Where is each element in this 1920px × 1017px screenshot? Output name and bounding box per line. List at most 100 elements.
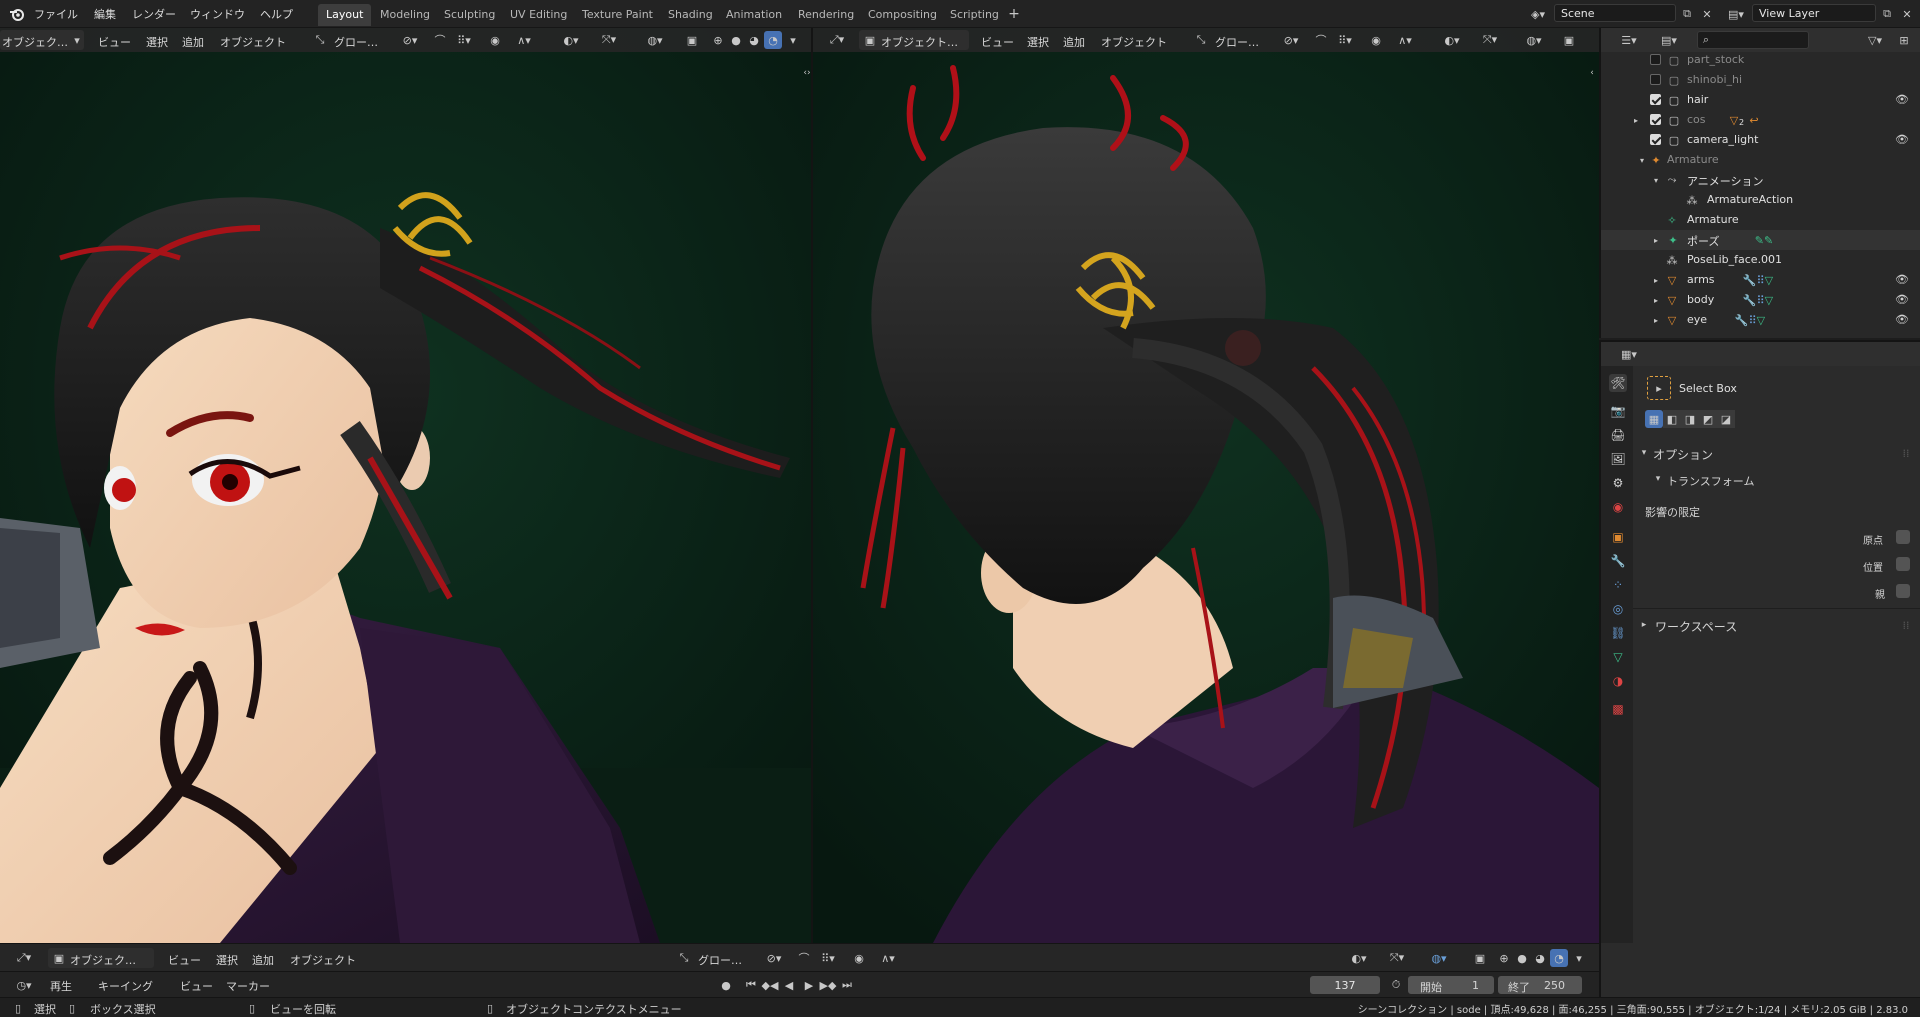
outliner-row-armature-data[interactable]: ✧ Armature: [1601, 210, 1920, 230]
scene-tab-icon[interactable]: ⚙: [1609, 474, 1627, 492]
menu-render[interactable]: レンダー: [132, 6, 176, 22]
material-shading-icon[interactable]: ◕: [1532, 950, 1548, 966]
material-shading-icon[interactable]: ◕: [746, 32, 762, 48]
physics-tab-icon[interactable]: ◎: [1609, 600, 1627, 618]
record-icon[interactable]: ●: [718, 977, 734, 993]
falloff-icon[interactable]: ∧▾: [510, 32, 538, 48]
scene-name-field[interactable]: Scene: [1554, 4, 1676, 22]
select-mode-invert-icon[interactable]: ◩: [1699, 410, 1717, 428]
menu-view[interactable]: ビュー: [981, 34, 1014, 50]
affect-locations-checkbox[interactable]: [1896, 557, 1910, 571]
expand-arrow-icon[interactable]: ▸: [1651, 292, 1661, 308]
area-split-arrows-icon[interactable]: ‹: [1585, 66, 1599, 80]
outliner-editor-icon[interactable]: ☰▾: [1615, 32, 1643, 48]
menu-select[interactable]: 選択: [146, 34, 168, 50]
outliner-row-camera-light[interactable]: ▢ camera_light 👁: [1601, 130, 1920, 150]
menu-add[interactable]: 追加: [1063, 34, 1085, 50]
scene-icon[interactable]: ◈▾: [1524, 5, 1552, 23]
outliner-row-arms[interactable]: ▸ ▽ arms 🔧⠿ ▽ 👁: [1601, 270, 1920, 290]
visibility-icon[interactable]: ◐▾: [1344, 950, 1374, 966]
collapse-arrow-icon[interactable]: ▾: [1639, 446, 1649, 460]
particles-tab-icon[interactable]: ⁘: [1609, 576, 1627, 594]
view-layer-icon[interactable]: ▤▾: [1722, 5, 1750, 23]
menu-view[interactable]: ビュー: [180, 978, 213, 994]
pivot-icon[interactable]: ⊘▾: [1277, 32, 1305, 48]
render-tab-icon[interactable]: 📷: [1609, 402, 1627, 420]
snap-grid-icon[interactable]: ⠿▾: [814, 950, 842, 966]
filter-icon[interactable]: ▽▾: [1861, 32, 1889, 48]
new-collection-icon[interactable]: ⊞: [1895, 32, 1913, 48]
tab-layout[interactable]: Layout: [318, 4, 372, 26]
exclude-checkbox[interactable]: [1650, 74, 1661, 85]
snap-grid-icon[interactable]: ⠿▾: [450, 32, 478, 48]
delete-scene-icon[interactable]: ✕: [1698, 5, 1716, 23]
solid-shading-icon[interactable]: ●: [728, 32, 744, 48]
delete-view-layer-icon[interactable]: ✕: [1898, 5, 1916, 23]
transform-orientation-icon[interactable]: ⤡: [1193, 32, 1209, 48]
menu-edit[interactable]: 編集: [94, 6, 116, 22]
outliner-row-part-stock[interactable]: ▢ part_stock: [1601, 50, 1920, 70]
tab-shading[interactable]: Shading: [660, 4, 721, 26]
select-mode-extend-icon[interactable]: ◧: [1663, 410, 1681, 428]
transform-subpanel-title[interactable]: トランスフォーム: [1667, 473, 1754, 489]
outliner-row-pose[interactable]: ▸ ✦ ポーズ ✎✎: [1601, 230, 1920, 250]
gizmo-icon[interactable]: ⤧▾: [1475, 32, 1505, 48]
wireframe-shading-icon[interactable]: ⊕: [710, 32, 726, 48]
jump-start-icon[interactable]: ⏮: [744, 977, 758, 993]
view-layer-field[interactable]: View Layer: [1752, 4, 1876, 22]
outliner-row-poselib[interactable]: ⁂ PoseLib_face.001: [1601, 250, 1920, 270]
collapse-arrow-icon[interactable]: ▾: [1653, 472, 1663, 486]
xray-icon[interactable]: ▣: [1561, 32, 1577, 48]
menu-view[interactable]: ビュー: [98, 34, 131, 50]
menu-object[interactable]: オブジェクト: [290, 952, 356, 968]
menu-object[interactable]: オブジェクト: [220, 34, 286, 50]
menu-file[interactable]: ファイル: [34, 6, 78, 22]
transform-orientation-label[interactable]: グロー…: [1215, 34, 1259, 50]
exclude-checkbox[interactable]: [1650, 114, 1661, 125]
outliner-row-hair[interactable]: ▢ hair 👁: [1601, 90, 1920, 110]
rendered-shading-icon[interactable]: ◔: [764, 31, 782, 49]
outliner-row-animation[interactable]: ▾ ⤳ アニメーション: [1601, 170, 1920, 190]
select-box-tool-icon[interactable]: ▸: [1647, 376, 1671, 400]
tab-compositing[interactable]: Compositing: [860, 4, 945, 26]
output-tab-icon[interactable]: 🖨: [1609, 426, 1627, 444]
affect-origins-checkbox[interactable]: [1896, 530, 1910, 544]
collapse-arrow-icon[interactable]: ▾: [1637, 152, 1647, 168]
exclude-checkbox[interactable]: [1650, 94, 1661, 105]
solid-shading-icon[interactable]: ●: [1514, 950, 1530, 966]
select-mode-intersect-icon[interactable]: ◪: [1717, 410, 1735, 428]
outliner-row-armature-action[interactable]: ⁂ ArmatureAction: [1601, 190, 1920, 210]
workspace-panel-title[interactable]: ワークスペース: [1655, 618, 1737, 635]
snap-icon[interactable]: ⌒: [432, 32, 448, 48]
shading-options-icon[interactable]: ▾: [1572, 950, 1586, 966]
menu-add[interactable]: 追加: [182, 34, 204, 50]
proportional-edit-icon[interactable]: ◉: [488, 32, 502, 48]
tab-scripting[interactable]: Scripting: [942, 4, 1007, 26]
tab-texture-paint[interactable]: Texture Paint: [574, 4, 661, 26]
outliner-row-cos[interactable]: ▸ ▢ cos ▽ 2 ↩: [1601, 110, 1920, 130]
pivot-icon[interactable]: ⊘▾: [396, 32, 424, 48]
wireframe-shading-icon[interactable]: ⊕: [1496, 950, 1512, 966]
exclude-checkbox[interactable]: [1650, 134, 1661, 145]
viewport-left[interactable]: オブジェク… ▾ ビュー 選択 追加 オブジェクト ⤡ グロー… ⊘▾ ⌒ ⠿▾…: [0, 28, 811, 943]
overlay-icon[interactable]: ◍▾: [1519, 32, 1549, 48]
proportional-edit-icon[interactable]: ◉: [1369, 32, 1383, 48]
falloff-icon[interactable]: ∧▾: [1391, 32, 1419, 48]
tool-tab-icon[interactable]: 🛠: [1609, 374, 1627, 392]
expand-arrow-icon[interactable]: ▸: [1631, 112, 1641, 128]
material-tab-icon[interactable]: ◑: [1609, 672, 1627, 690]
expand-arrow-icon[interactable]: ▸: [1651, 232, 1661, 248]
new-view-layer-icon[interactable]: ⧉: [1878, 5, 1896, 23]
timeline-editor-icon[interactable]: ◷▾: [10, 977, 38, 993]
pivot-icon[interactable]: ⊘▾: [760, 950, 788, 966]
gizmo-icon[interactable]: ⤧▾: [1382, 950, 1412, 966]
menu-marker[interactable]: マーカー: [226, 978, 270, 994]
affect-parents-checkbox[interactable]: [1896, 584, 1910, 598]
eye-icon[interactable]: 👁: [1895, 313, 1909, 326]
properties-editor-icon[interactable]: ▦▾: [1615, 346, 1643, 362]
visibility-icon[interactable]: ◐▾: [556, 32, 586, 48]
world-tab-icon[interactable]: ◉: [1609, 498, 1627, 516]
tab-uv-editing[interactable]: UV Editing: [502, 4, 575, 26]
modifier-tab-icon[interactable]: 🔧: [1609, 552, 1627, 570]
select-mode-new-icon[interactable]: ▦: [1645, 410, 1663, 428]
